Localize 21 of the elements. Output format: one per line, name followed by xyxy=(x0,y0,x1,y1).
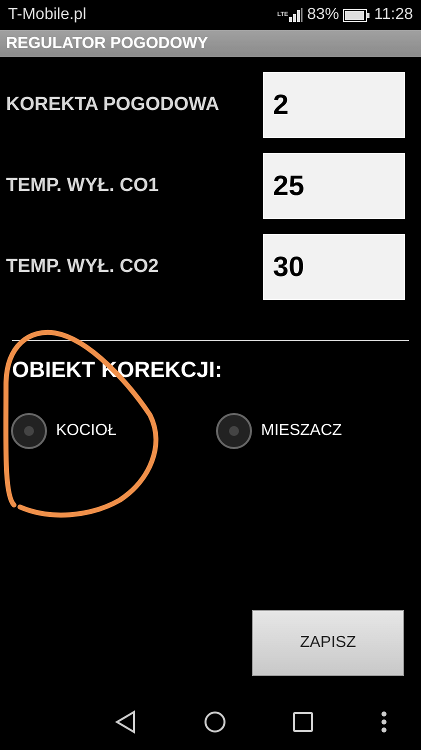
save-button[interactable]: ZAPISZ xyxy=(252,610,404,676)
radio-label[interactable]: MIESZACZ xyxy=(261,422,342,440)
radio-button[interactable] xyxy=(216,413,252,449)
battery-percent: 83% xyxy=(307,6,340,24)
input-field[interactable]: 2 xyxy=(263,72,405,138)
home-icon[interactable] xyxy=(204,711,226,733)
battery-icon xyxy=(343,8,370,22)
field-label: TEMP. WYŁ. CO2 xyxy=(6,256,159,278)
back-icon[interactable] xyxy=(114,710,136,734)
field-label: TEMP. WYŁ. CO1 xyxy=(6,175,159,197)
field-label: KOREKTA POGODOWA xyxy=(6,94,220,116)
input-field[interactable]: 25 xyxy=(263,153,405,219)
recent-apps-icon[interactable] xyxy=(293,712,314,732)
radio-button[interactable] xyxy=(11,413,47,449)
clock: 11:28 xyxy=(374,6,413,24)
app-title: REGULATOR POGODOWY xyxy=(6,34,208,52)
carrier-name: T-Mobile.pl xyxy=(8,6,88,24)
radio-label[interactable]: KOCIOŁ xyxy=(56,422,116,440)
more-icon[interactable] xyxy=(381,711,388,733)
signal-icon xyxy=(289,8,304,22)
input-field[interactable]: 30 xyxy=(263,234,405,300)
